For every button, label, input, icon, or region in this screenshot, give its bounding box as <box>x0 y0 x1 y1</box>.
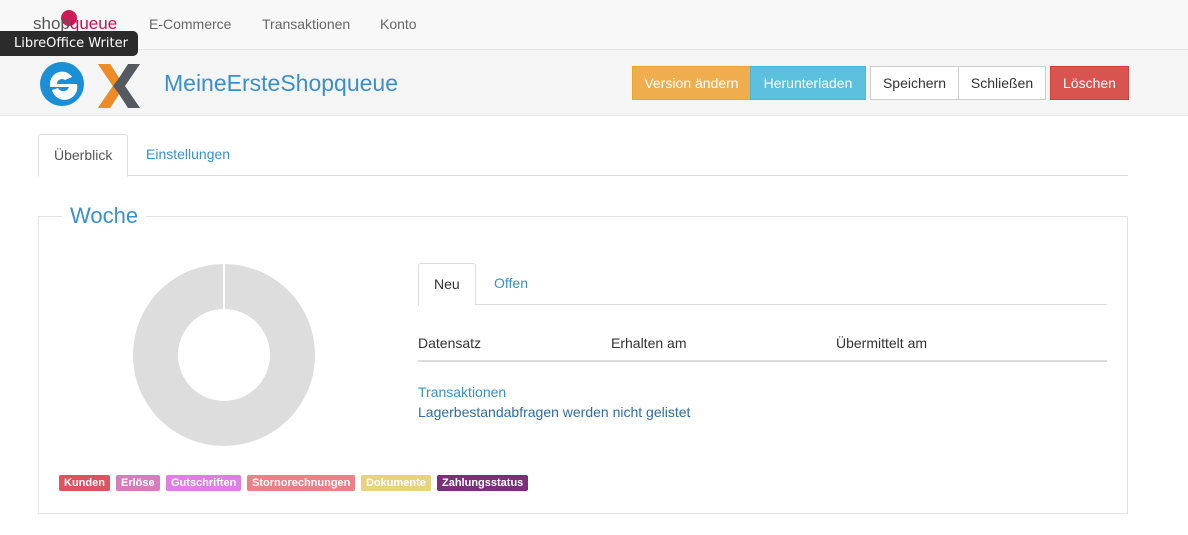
inventory-info-text: Lagerbestandabfragen werden nicht gelist… <box>418 404 691 420</box>
panel-title: Woche <box>62 203 147 229</box>
nav-ecommerce[interactable]: E-Commerce <box>149 16 231 32</box>
tab-overview[interactable]: Überblick <box>38 134 129 177</box>
legend-badge-zahlungsstatus[interactable]: Zahlungsstatus <box>437 475 529 491</box>
nav-account[interactable]: Konto <box>380 16 417 32</box>
main-tabs: Überblick Einstellungen <box>38 134 1128 177</box>
legend-badge-stornorechnungen[interactable]: Stornorechnungen <box>247 475 356 491</box>
tooltip: LibreOffice Writer <box>0 31 138 56</box>
column-header-transmitted: Übermittelt am <box>836 335 928 351</box>
app-logo-icon <box>40 62 140 108</box>
table-header: Datensatz Erhalten am Übermittelt am <box>418 326 1107 362</box>
app-title: MeineErsteShopqueue <box>164 70 398 96</box>
delete-button[interactable]: Löschen <box>1050 66 1129 100</box>
donut-chart <box>133 264 315 446</box>
legend-badge-erlöse[interactable]: Erlöse <box>116 475 160 491</box>
sub-tabs: Neu Offen <box>418 263 1107 306</box>
transactions-link[interactable]: Transaktionen <box>418 384 506 400</box>
legend-badge-dokumente[interactable]: Dokumente <box>361 475 431 491</box>
subtab-open[interactable]: Offen <box>479 263 543 305</box>
change-version-button[interactable]: Version ändern <box>632 66 751 100</box>
legend-badge-kunden[interactable]: Kunden <box>59 475 110 491</box>
tab-settings[interactable]: Einstellungen <box>131 134 245 176</box>
close-button[interactable]: Schließen <box>958 66 1046 100</box>
top-navbar: shopqueue E-Commerce Transaktionen Konto <box>0 0 1188 50</box>
column-header-record: Datensatz <box>418 335 482 351</box>
column-header-received: Erhalten am <box>611 335 687 351</box>
save-button[interactable]: Speichern <box>870 66 959 100</box>
download-button[interactable]: Herunterladen <box>750 66 866 100</box>
subtab-new[interactable]: Neu <box>418 263 476 306</box>
app-header: MeineErsteShopqueue Version ändern Herun… <box>0 50 1188 116</box>
nav-transactions[interactable]: Transaktionen <box>262 16 350 32</box>
legend-badge-gutschriften[interactable]: Gutschriften <box>166 475 242 491</box>
